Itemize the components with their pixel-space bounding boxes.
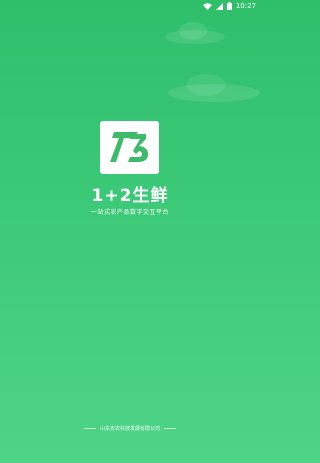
- status-bar: 10:27: [0, 0, 260, 12]
- footer: 山东省农科技发展有限公司: [0, 425, 260, 432]
- wifi-icon: [202, 2, 212, 10]
- cloud-decoration: [168, 74, 260, 102]
- logo-icon: [108, 124, 152, 172]
- battery-icon: [226, 2, 232, 10]
- footer-divider-left: [83, 428, 96, 429]
- cloud-decoration: [165, 22, 225, 44]
- company-name: 山东省农科技发展有限公司: [99, 426, 160, 432]
- footer-divider-right: [164, 428, 176, 429]
- status-time: 10:27: [235, 2, 256, 10]
- app-subtitle: 一站式农产品数字交互平台: [90, 209, 169, 216]
- app-title: 1+2生鲜: [91, 186, 169, 206]
- app-logo: [100, 121, 159, 174]
- signal-icon: [215, 2, 223, 10]
